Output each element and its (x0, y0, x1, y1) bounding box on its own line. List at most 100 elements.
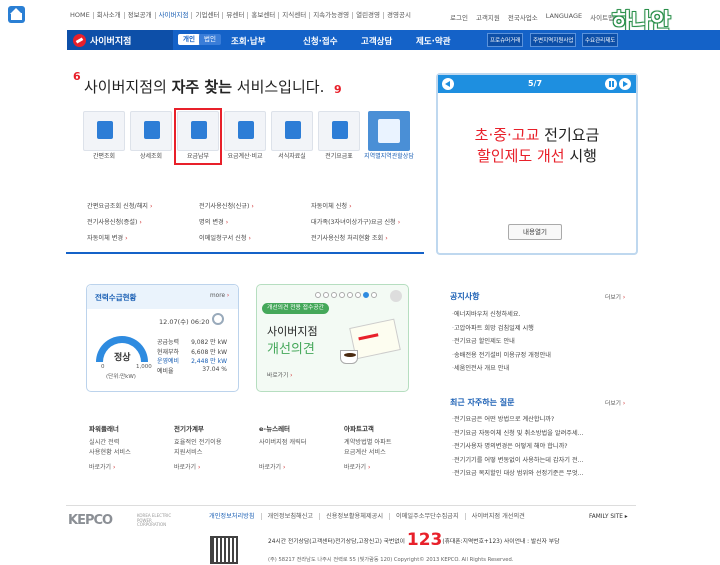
power-stats: 공급능력 9,082 만 kW 현재부하 6,608 만 kW 운영예비 2,448 … (157, 337, 227, 375)
notices-list: 에너지바우처 신청하세요. 고압아파트 희망 검침일제 시행 전기요금 할인제도… (452, 309, 632, 377)
faq-item[interactable]: 전기사용자 명의변경은 어떻게 해야 합니까? (452, 441, 632, 455)
util-nav-item[interactable]: LANGUAGE (542, 12, 586, 22)
quick-link[interactable]: 전기사용신청(신규) (199, 201, 311, 210)
deco-mark-right: 9 (334, 83, 342, 96)
household-ledger-link[interactable]: 바로가기 (174, 462, 200, 471)
frequent-services-title: 사이버지점의 자주 찾는 서비스입니다. (84, 78, 325, 96)
faq-item[interactable]: 전기요금은 어떤 방법으로 계산합니까? (452, 414, 632, 428)
kepco-logo-sub: KOREA ELECTRIC POWER CORPORATION (137, 513, 172, 527)
util-nav-item[interactable]: 고객지원 (472, 12, 504, 22)
top-nav-item[interactable]: 지식센터 (279, 12, 311, 19)
opinion-subtitle: 개선의견 (267, 342, 315, 357)
util-nav-item[interactable]: 로그인 (446, 12, 472, 22)
slide-dot[interactable] (355, 292, 361, 298)
slide-dot[interactable] (315, 292, 321, 298)
service-detail-inquiry[interactable] (130, 111, 172, 151)
notice-item[interactable]: 세움인전사 개요 안내 (452, 363, 632, 377)
footer-link[interactable]: 사이버지점 개선의견 (466, 513, 531, 520)
quick-link[interactable]: 이메일청구서 신청 (199, 233, 311, 242)
power-stat-row: 공급능력 9,082 만 kW (157, 339, 227, 346)
menu-rules[interactable]: 제도·약관 (416, 35, 451, 47)
service-calc-compare[interactable] (224, 111, 266, 151)
faq-item[interactable]: 전기요금 자동이체 신청 및 취소방법을 알려주세... (452, 428, 632, 442)
gauge-min: 0 (101, 364, 105, 370)
quick-link[interactable]: 전기사용신청(증설) (87, 217, 199, 226)
apartment-link[interactable]: 바로가기 (344, 462, 370, 471)
contact-info: 24시간 전기상담(고객센터)전기상담,고장신고) 국번없이 123(휴대폰:지… (268, 530, 560, 550)
top-nav-item[interactable]: 정보공개 (125, 12, 156, 19)
newsletter-title: e-뉴스레터 (259, 425, 291, 433)
slide-dot[interactable] (323, 292, 329, 298)
prosumer-button[interactable]: 프로슈머거래 (487, 33, 524, 47)
next-arrow-icon[interactable] (619, 78, 631, 90)
slide-dot[interactable] (347, 292, 353, 298)
quick-link[interactable]: 간편요금조회 신청/해지 (87, 201, 199, 210)
service-forms[interactable] (271, 111, 313, 151)
faq-title: 최근 자주하는 질문 (450, 398, 515, 407)
slide-dot[interactable] (339, 292, 345, 298)
corporate-tab[interactable]: 법인 (199, 34, 221, 45)
top-nav-item[interactable]: 뮤센터 (223, 12, 249, 19)
regional-support-button[interactable]: 주변지역지원사업 (530, 33, 577, 47)
util-nav-item[interactable]: 전국사업소 (504, 12, 542, 22)
coffee-cup-icon (340, 350, 358, 364)
bill-chart-icon (97, 121, 113, 139)
power-more-link[interactable]: more (210, 293, 229, 299)
gauge-max: 1,000 (136, 364, 152, 370)
quick-link[interactable]: 자동이체 변경 (87, 233, 199, 242)
slide-dot[interactable] (331, 292, 337, 298)
demand-mgmt-button[interactable]: 수요관리제도 (582, 33, 619, 47)
open-content-button[interactable]: 내용열기 (508, 224, 562, 240)
menu-inquiry-payment[interactable]: 조회·납부 (231, 35, 266, 47)
footer-link[interactable]: 개인정보침해신고 (262, 513, 321, 520)
qr-code-icon (210, 536, 238, 564)
top-nav-item[interactable]: 기업센터 (192, 12, 224, 19)
quick-link[interactable]: 자동이체 신청 (311, 201, 423, 210)
power-planner-desc: 실시간 전력 사용현황 서비스 (89, 439, 131, 456)
top-nav-item[interactable]: 지속가능경영 (310, 12, 354, 19)
pause-icon[interactable] (390, 290, 402, 302)
service-label: 서식자료실 (278, 153, 306, 160)
promo-subheadline: 할인제도 개선 시행 (477, 147, 597, 165)
quick-link[interactable]: 대가족(3자녀이상가구)요금 신청 (311, 217, 423, 226)
opinion-go-link[interactable]: 바로가기 (267, 370, 293, 379)
notice-item[interactable]: 고압아파트 희망 검침일제 시행 (452, 323, 632, 337)
footer-nav: 개인정보처리방침 개인정보침해신고 신용정보활용체제공시 이메일주소무단수집금지… (209, 513, 531, 520)
menu-application[interactable]: 신청·접수 (303, 35, 338, 47)
top-nav-item[interactable]: 홍보센터 (248, 12, 280, 19)
quick-link[interactable]: 명의 변경 (199, 217, 311, 226)
newsletter-link[interactable]: 바로가기 (259, 462, 285, 471)
top-nav-item[interactable]: HOME (67, 12, 94, 19)
notice-item[interactable]: 에너지바우처 신청하세요. (452, 309, 632, 323)
notices-more-link[interactable]: 더보기 (605, 292, 625, 301)
slide-dot[interactable] (371, 292, 377, 298)
refresh-icon[interactable] (212, 313, 224, 325)
notice-item[interactable]: 전기요금 할인제도 안내 (452, 336, 632, 350)
quick-link[interactable]: 전기사용신청 처리현황 조회 (311, 233, 423, 242)
personal-tab[interactable]: 개인 (178, 34, 200, 45)
footer-link[interactable]: 이메일주소무단수집금지 (390, 513, 466, 520)
menu-consulting[interactable]: 고객상담 (361, 35, 392, 47)
prev-arrow-icon[interactable] (442, 78, 454, 90)
faq-item[interactable]: 전기기기를 어떻 변동없이 사용하는데 갑자기 전... (452, 455, 632, 469)
faq-item[interactable]: 전기요금 복지할인 대상 범위와 선정기준은 무엇... (452, 468, 632, 482)
home-icon[interactable] (8, 6, 25, 23)
footer-link[interactable]: 신용정보활용체제공시 (320, 513, 391, 520)
power-planner-link[interactable]: 바로가기 (89, 462, 115, 471)
top-nav-item[interactable]: 회사소개 (94, 12, 125, 19)
family-site-select[interactable]: FAMILY SITE ▸ (589, 514, 628, 520)
cyber-branch-home[interactable]: 사이버지점 (67, 30, 173, 50)
power-stat-row: 예비율 37.04 % (157, 365, 227, 375)
calendar-calc-icon (238, 121, 254, 139)
notice-item[interactable]: 송배전용 전기설비 이용규정 개정안내 (452, 350, 632, 364)
top-nav-item[interactable]: 경영공시 (384, 12, 414, 19)
service-simple-inquiry[interactable] (83, 111, 125, 151)
faq-more-link[interactable]: 더보기 (605, 398, 625, 407)
pause-icon[interactable] (605, 78, 617, 90)
service-rate-table[interactable] (318, 111, 360, 151)
slide-dot[interactable] (363, 292, 369, 298)
top-nav-item[interactable]: 사이버지점 (156, 12, 193, 19)
service-regional-consult[interactable] (368, 111, 410, 151)
footer-link[interactable]: 개인정보처리방침 (209, 513, 262, 520)
top-nav-item[interactable]: 열린경영 (353, 12, 385, 19)
